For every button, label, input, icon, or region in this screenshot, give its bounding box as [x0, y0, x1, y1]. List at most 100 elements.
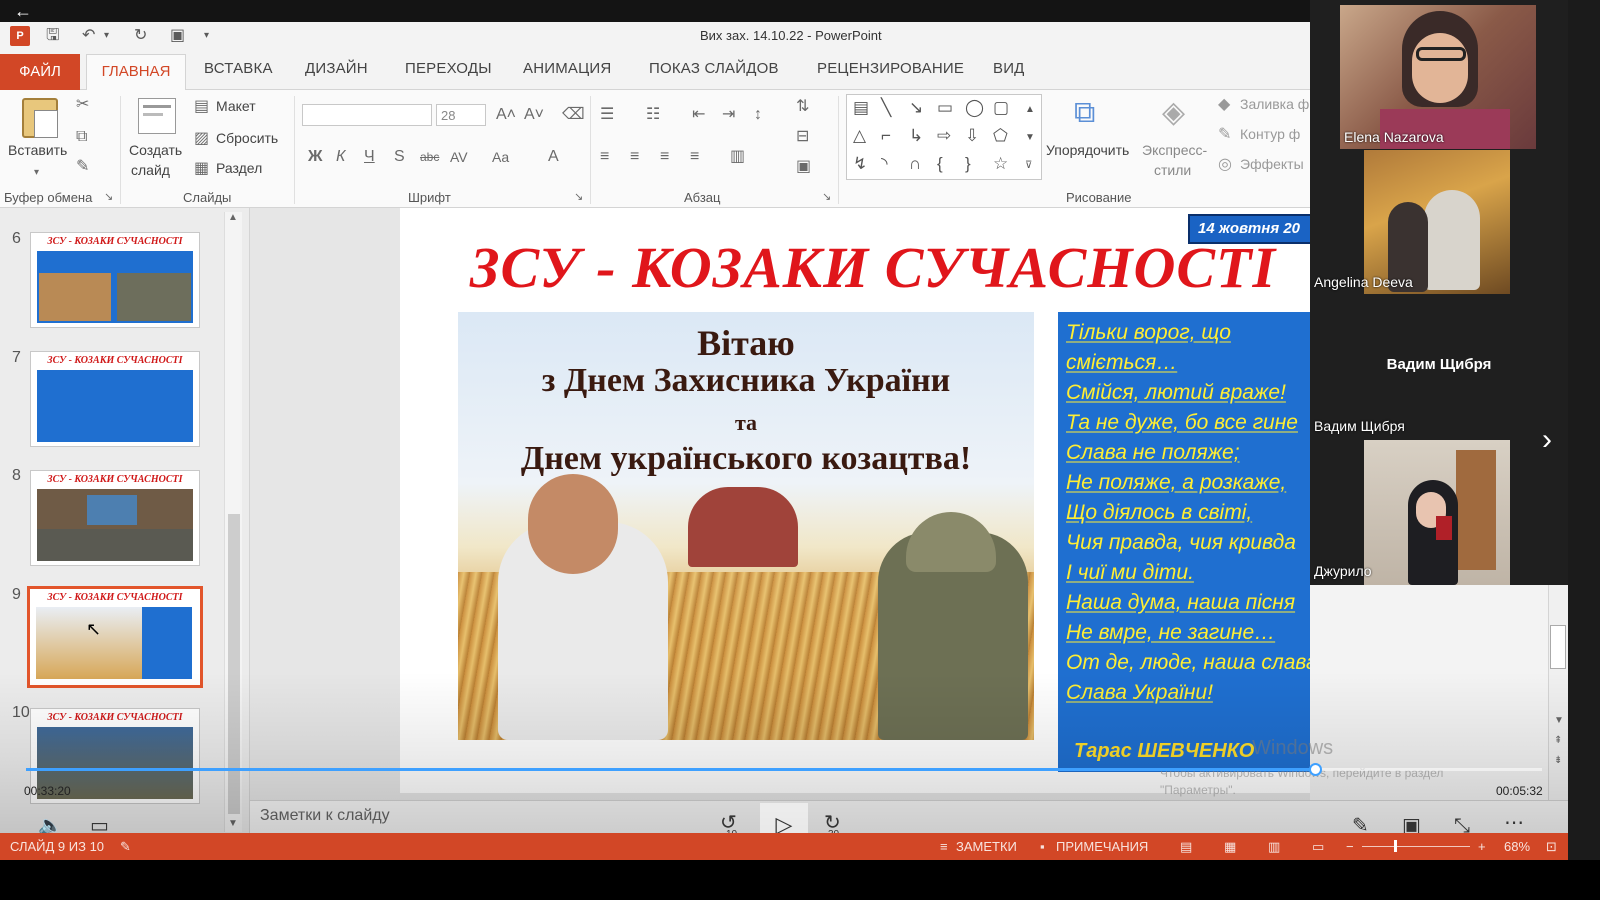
format-painter-icon[interactable]: ✎ — [76, 158, 89, 176]
shape-fill-button[interactable]: Заливка ф — [1240, 96, 1309, 112]
underline-button[interactable]: Ч — [364, 148, 375, 166]
new-slide-label-2[interactable]: слайд — [131, 162, 170, 178]
copy-icon[interactable]: ⧉ — [76, 128, 87, 146]
right-brace-shape-icon[interactable]: } — [965, 155, 971, 173]
freeform-shape-icon[interactable]: ↯ — [853, 155, 867, 173]
tab-design[interactable]: ДИЗАЙН — [305, 60, 368, 77]
customize-qat-icon[interactable]: ▾ — [204, 27, 209, 45]
back-arrow-icon[interactable]: ← — [14, 2, 32, 20]
zoom-out-icon[interactable]: − — [1346, 839, 1354, 854]
editor-scroll-thumb[interactable] — [1550, 625, 1566, 669]
tab-home[interactable]: ГЛАВНАЯ — [86, 54, 186, 91]
slide-thumbnail-7[interactable]: ЗСУ - КОЗАКИ СУЧАСНОСТІ — [30, 351, 200, 447]
new-slide-label-1[interactable]: Создать — [129, 142, 182, 158]
rectangle-shape-icon[interactable]: ▭ — [937, 99, 953, 117]
arrow-line-shape-icon[interactable]: ↘ — [909, 99, 923, 117]
spellcheck-icon[interactable]: ✎ — [120, 839, 131, 855]
zoom-slider-handle[interactable] — [1394, 840, 1397, 852]
shape-outline-button[interactable]: Контур ф — [1240, 126, 1300, 142]
elbow-arrow-icon[interactable]: ↳ — [909, 127, 923, 145]
tab-transitions[interactable]: ПЕРЕХОДЫ — [405, 60, 492, 77]
line-shape-icon[interactable]: ╲ — [881, 99, 891, 117]
clear-formatting-icon[interactable]: ⌫ — [562, 106, 585, 124]
video-progress-knob[interactable] — [1309, 763, 1322, 776]
italic-button[interactable]: К — [336, 148, 345, 166]
undo-icon[interactable]: ↶ — [82, 27, 95, 45]
align-text-icon[interactable]: ⊟ — [796, 128, 809, 146]
rounded-rect-shape-icon[interactable]: ▢ — [993, 99, 1009, 117]
zoom-slider[interactable] — [1362, 846, 1470, 847]
pentagon-shape-icon[interactable]: ⬠ — [993, 127, 1008, 145]
paste-dropdown-icon[interactable]: ▾ — [34, 164, 39, 182]
change-case-button[interactable]: Aa — [492, 148, 509, 166]
scroll-down-icon[interactable]: ▼ — [228, 818, 238, 829]
align-right-icon[interactable]: ≡ — [660, 148, 669, 166]
slide-thumbnail-6[interactable]: ЗСУ - КОЗАКИ СУЧАСНОСТІ — [30, 232, 200, 328]
comments-icon[interactable]: ▪ — [1040, 839, 1045, 854]
right-arrow-shape-icon[interactable]: ⇨ — [937, 127, 951, 145]
more-options-icon[interactable]: ⋯ — [1504, 812, 1524, 834]
tab-slideshow[interactable]: ПОКАЗ СЛАЙДОВ — [649, 60, 779, 77]
shapes-gallery[interactable]: ▤ ╲ ↘ ▭ ◯ ▢ △ ⌐ ↳ ⇨ ⇩ ⬠ ↯ ◝ ∩ { } ☆ ▲ ▼ … — [846, 94, 1042, 180]
align-center-icon[interactable]: ≡ — [630, 148, 639, 166]
redo-icon[interactable]: ↻ — [134, 27, 147, 45]
participant-tile[interactable]: Elena Nazarova — [1340, 5, 1536, 149]
zoom-level[interactable]: 68% — [1504, 839, 1530, 854]
notes-toggle[interactable]: ЗАМЕТКИ — [956, 839, 1017, 854]
paste-button[interactable]: Вставить — [8, 142, 67, 158]
justify-icon[interactable]: ≡ — [690, 148, 699, 166]
shape-effects-button[interactable]: Эффекты — [1240, 156, 1304, 172]
triangle-shape-icon[interactable]: △ — [853, 127, 866, 145]
line-spacing-icon[interactable]: ↕ — [754, 106, 762, 124]
font-size-select[interactable]: 28 — [436, 104, 486, 126]
columns-icon[interactable]: ▥ — [730, 148, 745, 166]
quick-styles-label-2[interactable]: стили — [1154, 162, 1191, 178]
font-family-select[interactable] — [302, 104, 432, 126]
tab-view[interactable]: ВИД — [993, 60, 1025, 77]
oval-shape-icon[interactable]: ◯ — [965, 99, 984, 117]
cut-icon[interactable]: ✂ — [76, 96, 89, 114]
slide-sorter-icon[interactable]: ▦ — [1224, 839, 1236, 855]
tab-animation[interactable]: АНИМАЦИЯ — [523, 60, 611, 77]
editor-scrollbar[interactable]: ▼ ⇞ ⇟ — [1548, 585, 1568, 800]
zoom-in-icon[interactable]: + — [1478, 839, 1486, 854]
new-slide-icon[interactable] — [138, 98, 176, 134]
normal-view-icon[interactable]: ▤ — [1180, 839, 1192, 855]
scroll-down-icon[interactable]: ▼ — [1554, 715, 1564, 726]
strikethrough-button[interactable]: abc — [420, 148, 439, 166]
star-shape-icon[interactable]: ☆ — [993, 155, 1008, 173]
gallery-down-icon[interactable]: ▼ — [1025, 129, 1035, 147]
start-slideshow-icon[interactable]: ▣ — [170, 27, 185, 45]
smartart-icon[interactable]: ▣ — [796, 158, 811, 176]
font-color-button[interactable]: A — [548, 148, 559, 166]
previous-slide-icon[interactable]: ⇞ — [1554, 735, 1562, 746]
textbox-shape-icon[interactable]: ▤ — [853, 99, 869, 117]
tab-review[interactable]: РЕЦЕНЗИРОВАНИЕ — [817, 60, 964, 77]
down-arrow-shape-icon[interactable]: ⇩ — [965, 127, 979, 145]
tab-file[interactable]: ФАЙЛ — [0, 54, 80, 90]
paragraph-launcher-icon[interactable]: ↘ — [822, 188, 831, 206]
video-progress-bar[interactable] — [26, 763, 1542, 776]
increase-indent-icon[interactable]: ⇥ — [722, 106, 735, 124]
grow-font-icon[interactable]: A˄ — [496, 106, 516, 124]
arrange-button[interactable]: Упорядочить — [1046, 142, 1129, 158]
comments-toggle[interactable]: ПРИМЕЧАНИЯ — [1056, 839, 1148, 854]
layout-button[interactable]: Макет — [216, 98, 256, 114]
notes-toggle-icon[interactable]: ≡ — [940, 839, 948, 854]
participant-tile[interactable] — [1364, 150, 1510, 294]
undo-dropdown-icon[interactable]: ▾ — [104, 27, 109, 45]
clipboard-launcher-icon[interactable]: ↘ — [104, 188, 113, 206]
quick-styles-label-1[interactable]: Экспресс- — [1142, 142, 1207, 158]
slideshow-view-icon[interactable]: ▭ — [1312, 839, 1324, 855]
bullets-icon[interactable]: ☰ — [600, 106, 614, 124]
save-icon[interactable]: 🖫 — [46, 27, 60, 45]
align-left-icon[interactable]: ≡ — [600, 148, 609, 166]
chevron-right-icon[interactable]: › — [1542, 425, 1552, 455]
shrink-font-icon[interactable]: A˅ — [524, 106, 544, 124]
scroll-up-icon[interactable]: ▲ — [228, 212, 238, 223]
numbering-icon[interactable]: ☷ — [646, 106, 660, 124]
current-slide[interactable]: 14 жовтня 20 ЗСУ - КОЗАКИ СУЧАСНОСТІ Віт… — [400, 208, 1400, 793]
slide-thumbnail-9[interactable]: ЗСУ - КОЗАКИ СУЧАСНОСТІ ↖ — [27, 586, 203, 688]
font-launcher-icon[interactable]: ↘ — [574, 188, 583, 206]
section-button[interactable]: Раздел — [216, 160, 262, 176]
